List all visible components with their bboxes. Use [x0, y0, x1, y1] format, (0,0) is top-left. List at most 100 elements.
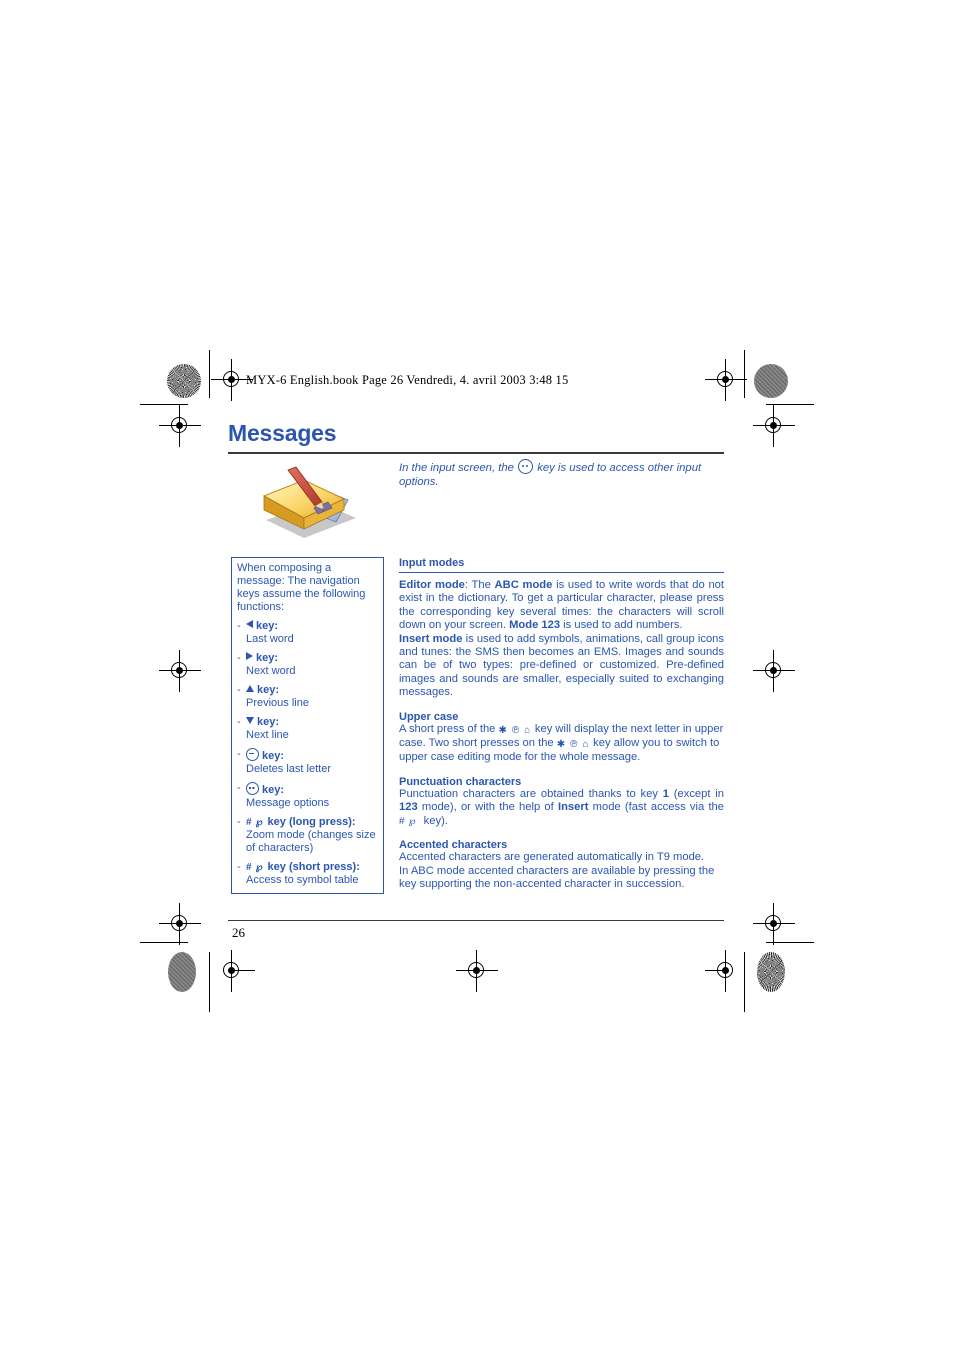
- bullet-dash: -: [237, 782, 241, 794]
- registration-mark-right-middle: [753, 650, 795, 692]
- paragraph-upper-case: A short press of the ✱ ℗ ⌂ key will disp…: [399, 723, 724, 765]
- hash-key-icon: # ℘: [246, 817, 264, 828]
- sidebar-key-head: key:: [257, 716, 280, 728]
- registration-mark-top-left: [211, 359, 253, 401]
- bullet-dash: -: [237, 861, 241, 873]
- term-editor-mode: Editor mode: [399, 579, 465, 591]
- arrow-left-icon: [246, 620, 253, 628]
- page-number: 26: [232, 925, 245, 940]
- paragraph-accented-abc: In ABC mode accented characters are avai…: [399, 865, 724, 892]
- registration-mark-right-lower: [753, 903, 795, 945]
- note-pencil-envelope-illustration: [252, 466, 367, 548]
- sidebar-key-item: - # ℘ key (long press): Zoom mode (change…: [237, 816, 378, 855]
- round-key-icon: [518, 459, 534, 474]
- sidebar-key-sub: Access to symbol table: [246, 874, 359, 886]
- term-123: 123: [399, 801, 418, 814]
- sidebar-key-head: key:: [256, 620, 279, 632]
- paragraph-accented-t9: Accented characters are generated automa…: [399, 851, 724, 864]
- registration-mark-left-upper: [159, 405, 201, 447]
- registration-mark-left-lower: [159, 903, 201, 945]
- sidebar-key-sub: Previous line: [246, 697, 309, 709]
- text-run: is used to add numbers.: [560, 619, 683, 632]
- text-run: A short press of the: [399, 722, 499, 735]
- term-insert-mode: Insert mode: [399, 632, 463, 645]
- round-minus-key-icon: [246, 748, 259, 761]
- star-key-icon: ✱ ℗ ⌂: [498, 724, 532, 736]
- hash-key-icon: # ℘: [399, 815, 417, 827]
- sidebar-key-sub: Next line: [246, 729, 289, 741]
- bullet-dash: -: [237, 684, 241, 696]
- text-run: Punctuation characters are obtained than…: [399, 787, 663, 800]
- trim-line-top-left-vertical: [209, 350, 210, 398]
- arrow-down-icon: [246, 717, 254, 724]
- paragraph-punctuation: Punctuation characters are obtained than…: [399, 788, 724, 828]
- intro-text-before: In the input screen, the: [399, 462, 514, 474]
- sidebar-key-item: - key: Last word: [237, 620, 378, 646]
- color-burst-swatch-bottom-right: [757, 952, 785, 992]
- registration-mark-right-upper: [753, 405, 795, 447]
- footer-divider: [228, 920, 724, 922]
- text-run: In ABC mode accented characters are avai…: [399, 864, 715, 890]
- section-heading-input-modes: Input modes: [399, 557, 724, 573]
- sidebar-key-item: - key: Next line: [237, 716, 378, 742]
- sidebar-key-head: key (short press):: [267, 861, 360, 873]
- sidebar-lead-text: When composing a message: The navigation…: [237, 562, 366, 613]
- sidebar-key-sub: Zoom mode (changes size of characters): [246, 829, 376, 854]
- term-abc-mode: ABC mode: [494, 579, 553, 591]
- arrow-right-icon: [246, 652, 253, 660]
- trim-line-left-upper-horizontal: [140, 404, 188, 405]
- sidebar-key-head: key:: [256, 652, 279, 664]
- text-run: key).: [420, 814, 448, 827]
- trim-line-right-lower-horizontal: [766, 942, 814, 943]
- section-heading-punctuation-characters: Punctuation characters: [399, 775, 522, 788]
- star-key-icon: ✱ ℗ ⌂: [556, 739, 591, 751]
- hash-key-icon: # ℘: [246, 862, 264, 873]
- registration-mark-bottom-left: [219, 950, 255, 992]
- gray-density-swatch-top-right: [754, 364, 788, 398]
- gray-density-swatch-bottom-left: [168, 952, 196, 992]
- sidebar-key-sub: Deletes last letter: [246, 763, 331, 775]
- sidebar-key-item: - key: Next word: [237, 652, 378, 678]
- term-insert: Insert: [557, 801, 589, 814]
- navigation-keys-sidebar: When composing a message: The navigation…: [231, 557, 384, 894]
- sidebar-key-sub: Next word: [246, 665, 296, 677]
- bullet-dash: -: [237, 652, 241, 664]
- paragraph-editor-mode: Editor mode: The ABC mode is used to wri…: [399, 579, 724, 633]
- sidebar-key-head: key:: [257, 684, 280, 696]
- sidebar-key-head: key:: [262, 784, 285, 796]
- bullet-dash: -: [237, 620, 241, 632]
- text-run: (except in: [668, 787, 724, 800]
- text-run: mode (fast access via the: [588, 801, 724, 814]
- text-run: : The: [464, 579, 495, 591]
- title-divider: [228, 452, 724, 454]
- trim-line-bottom-right-vertical: [744, 952, 745, 1012]
- page-title: Messages: [228, 420, 337, 446]
- registration-mark-left-middle: [159, 650, 201, 692]
- trim-line-bottom-left-vertical: [209, 952, 210, 1012]
- text-run: mode), or with the help of: [417, 801, 558, 814]
- registration-mark-top-right: [705, 359, 747, 401]
- section-heading-accented-characters: Accented characters: [399, 839, 508, 852]
- term-mode-123: Mode 123: [509, 619, 561, 632]
- sidebar-key-item: - key: Message options: [237, 782, 378, 810]
- bullet-dash: -: [237, 816, 241, 828]
- sidebar-key-head: key:: [262, 750, 285, 762]
- arrow-up-icon: [246, 685, 254, 692]
- sidebar-key-head: key (long press):: [267, 816, 356, 828]
- bullet-dash: -: [237, 748, 241, 760]
- book-source-tag: MYX-6 English.book Page 26 Vendredi, 4. …: [246, 373, 569, 387]
- sidebar-key-sub: Message options: [246, 797, 330, 809]
- sidebar-key-item: - key: Previous line: [237, 684, 378, 710]
- trim-line-left-lower-horizontal: [140, 942, 188, 943]
- bullet-dash: -: [237, 716, 241, 728]
- intro-note: In the input screen, the key is used to …: [399, 459, 729, 489]
- registration-mark-bottom-right: [705, 950, 739, 992]
- paragraph-insert-mode: Insert mode is used to add symbols, anim…: [399, 633, 724, 700]
- sidebar-key-item: - # ℘ key (short press): Access to symbol…: [237, 861, 378, 887]
- color-burst-swatch-top-left: [167, 364, 201, 398]
- text-run: Accented characters are generated automa…: [399, 851, 705, 864]
- trim-line-top-right-vertical: [744, 350, 745, 398]
- sidebar-key-sub: Last word: [246, 633, 294, 645]
- trim-line-right-upper-horizontal: [766, 404, 814, 405]
- round-dots-key-icon: [246, 782, 259, 795]
